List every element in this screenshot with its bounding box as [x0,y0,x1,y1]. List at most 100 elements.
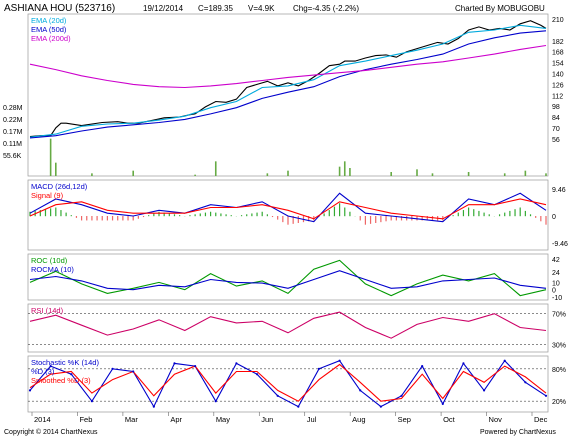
chart-canvas: ASHIANA HOU (523716) 19/12/2014 C=189.35… [3,3,568,436]
macd-histogram-bar [142,216,145,218]
chart-window: ASHIANA HOU (523716) 19/12/2014 C=189.35… [0,0,584,439]
x-axis-month-label: Jul [307,415,317,424]
macd-histogram-bar [524,210,526,217]
macd-histogram-bar [70,215,72,217]
price-y-tick-label: 182 [552,39,564,46]
stochastic-k-point [524,381,527,384]
macd-y-tick-label: 9.46 [552,187,566,194]
macd-histogram-bar [540,216,542,222]
macd-histogram-bar [385,216,387,222]
macd-histogram-bar [204,212,207,217]
macd-histogram-bar [148,215,150,217]
macd-histogram-bar [277,216,279,220]
macd-histogram-bar [390,216,392,221]
volume-bar [416,169,418,176]
macd-histogram-bar [519,207,521,217]
volume-bar [132,170,134,176]
macd-legend-entry: Signal (9) [31,191,64,200]
price-y-tick-label: 112 [552,93,563,100]
macd-histogram-bar [132,216,134,221]
macd-histogram-bar [323,213,325,217]
price-y-tick-label: 84 [552,115,560,122]
x-axis-month-label: Mar [125,415,138,424]
stochastic-panel: 80% 20% Stochastic %K (14d)%D (3)Smoothed … [27,355,566,413]
macd-histogram-bar [349,211,351,217]
macd-histogram-bar [251,213,253,217]
stochastic-k-point [544,394,548,397]
stochastic-k-point [214,400,217,403]
stochastic-k-point [90,400,94,403]
price-panel: 210 182 168 154 140 126 112 98 84 70 56 0.28M 0.22M 0… [3,13,564,177]
rsi-panel: 70% 30% RSI (14d) [27,303,566,353]
macd-histogram-bar [189,215,191,217]
rsi-y-tick-label: 70% [552,312,566,319]
macd-histogram-bar [462,210,465,217]
stochastic-k-point [235,362,238,365]
macd-histogram-bar [359,216,361,221]
macd-histogram-bar [75,216,78,218]
macd-histogram-bar [101,216,103,221]
close-readout: C=189.35 [198,4,233,13]
volume-bar [503,173,506,176]
price-y-tick-label: 168 [552,50,564,57]
macd-histogram-bar [230,215,232,217]
stochastic-legend-entry: Smoothed %D (3) [31,376,91,385]
macd-histogram-bar [60,210,62,217]
macd-histogram-bar [215,212,217,217]
stochastic-k-point [297,405,300,408]
volume-tick-label: 55.6K [3,153,22,160]
rsi-panel-frame [27,303,549,353]
macd-histogram-bar [158,211,160,217]
x-axis-month-label: Apr [170,415,182,424]
rsi-legend-entry: RSI (14d) [31,306,64,315]
macd-histogram-bar [137,216,139,219]
macd-histogram-bar [364,216,366,225]
roc-y-tick-label: 10 [552,280,560,287]
price-y-tick-label: 126 [552,82,564,89]
macd-histogram-bar [194,214,196,217]
price-legend-entry: EMA (20d) [31,16,67,25]
macd-histogram-bar [246,214,248,217]
stochastic-k-point [194,365,197,368]
x-axis-month-label: Jun [261,415,273,424]
macd-histogram-bar [483,212,485,217]
stochastic-k-point [152,405,155,408]
macd-y-tick-label: -9.46 [552,241,568,248]
macd-histogram-bar [210,211,212,217]
stochastic-k-point [400,394,403,397]
volume-bar [545,173,547,176]
macd-histogram-bar [117,216,119,221]
macd-histogram-bar [50,208,52,217]
stochastic-k-point [359,389,362,392]
macd-histogram-bar [122,216,124,221]
macd-panel: 9.46 0 -9.46 MACD (26d,12d)Signal (9) [27,179,568,251]
macd-histogram-bar [266,214,268,217]
roc-legend-entry: ROCMA (10) [31,265,74,274]
volume-tick-label: 0.17M [3,129,23,136]
volume-tick-label: 0.11M [3,141,22,148]
stochastic-k-point [28,389,32,392]
volume-bar [55,162,57,176]
volume-bar [349,168,351,176]
macd-histogram-bar [220,213,222,217]
macd-histogram-bar [509,210,511,217]
macd-histogram-bar [179,215,181,217]
stochastic-legend-entry: %D (3) [31,367,55,376]
macd-histogram-bar [111,216,114,221]
price-panel-frame [27,13,549,177]
macd-histogram-bar [287,216,289,225]
macd-histogram-bar [173,214,176,217]
powered-by-label: Powered by ChartNexus [480,429,556,436]
macd-legend-entry: MACD (26d,12d) [31,182,88,191]
price-y-tick-label: 154 [552,61,564,68]
volume-bar [338,166,341,176]
macd-histogram-bar [380,216,382,223]
macd-histogram-bar [545,216,547,225]
macd-histogram-bar [529,214,532,217]
stochastic-k-point [276,394,279,397]
volume-bar [467,172,470,176]
macd-histogram-bar [81,216,83,221]
macd-histogram-bar [106,216,108,221]
volume-bar [194,174,196,176]
macd-histogram-bar [240,215,243,217]
